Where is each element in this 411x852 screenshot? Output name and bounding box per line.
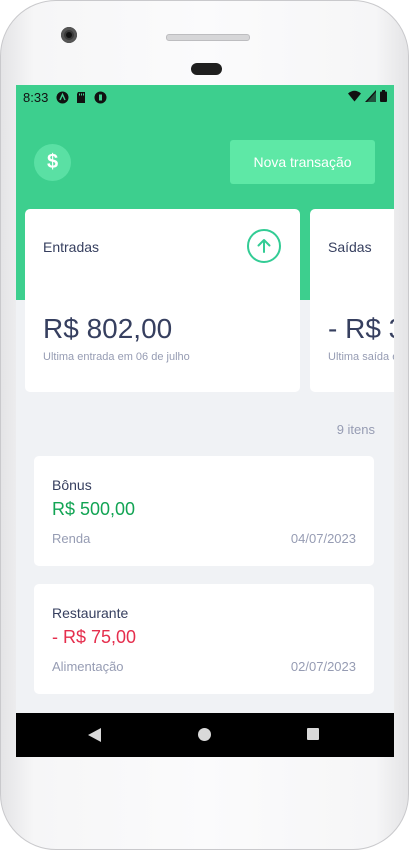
data-saver-icon: [94, 91, 107, 103]
earpiece: [191, 63, 222, 75]
summary-title: Saídas: [328, 239, 372, 255]
recents-icon[interactable]: [307, 728, 319, 740]
logo-symbol: $: [46, 151, 59, 173]
summary-subtitle: Ultima saída e: [328, 351, 394, 363]
app-screen: 8:33 $ Nova transação Entradas R$ 802,00…: [16, 85, 394, 757]
signal-icon: [365, 90, 376, 102]
transaction-title: Bônus: [52, 477, 92, 493]
speaker-grill: [166, 34, 250, 41]
notification-icons: [56, 91, 107, 104]
transaction-amount: R$ 500,00: [52, 499, 136, 519]
transaction-title: Restaurante: [52, 605, 129, 621]
summary-subtitle: Ultima entrada em 06 de julho: [43, 351, 190, 363]
system-status-icons: [348, 90, 387, 102]
back-icon[interactable]: [88, 728, 101, 742]
arrow-up-circle-icon: [247, 229, 281, 263]
status-bar: 8:33: [16, 85, 394, 109]
transaction-card[interactable]: Bônus R$ 500,00 Renda 04/07/2023: [34, 456, 374, 566]
transaction-category: Alimentação: [52, 659, 124, 674]
transaction-date: 04/07/2023: [290, 531, 356, 546]
summary-title: Entradas: [43, 239, 100, 255]
summary-card-entradas: Entradas R$ 802,00 Ultima entrada em 06 …: [25, 209, 300, 392]
app-notification-icon: [56, 91, 69, 103]
transaction-category: Renda: [52, 531, 91, 546]
transaction-amount: - R$ 75,00: [52, 627, 137, 647]
transaction-date: 02/07/2023: [290, 659, 356, 674]
transaction-card[interactable]: Restaurante - R$ 75,00 Alimentação 02/07…: [34, 584, 374, 694]
status-time: 8:33: [23, 89, 49, 105]
arrow-up-icon: [257, 239, 271, 253]
navigation-bar: [16, 713, 394, 757]
summary-card-saidas: Saídas - R$ 3 Ultima saída e: [310, 209, 394, 392]
items-count: 9 itens: [336, 422, 375, 437]
camera-lens: [66, 32, 72, 38]
home-icon[interactable]: [198, 728, 211, 741]
battery-icon: [380, 90, 387, 102]
front-camera: [61, 27, 77, 43]
new-transaction-button[interactable]: Nova transação: [230, 140, 375, 184]
dollar-logo-icon: $: [34, 144, 71, 181]
summary-amount: R$ 802,00: [43, 313, 173, 344]
sd-card-icon: [77, 91, 86, 103]
wifi-icon: [348, 90, 361, 102]
summary-amount: - R$ 3: [328, 313, 394, 344]
